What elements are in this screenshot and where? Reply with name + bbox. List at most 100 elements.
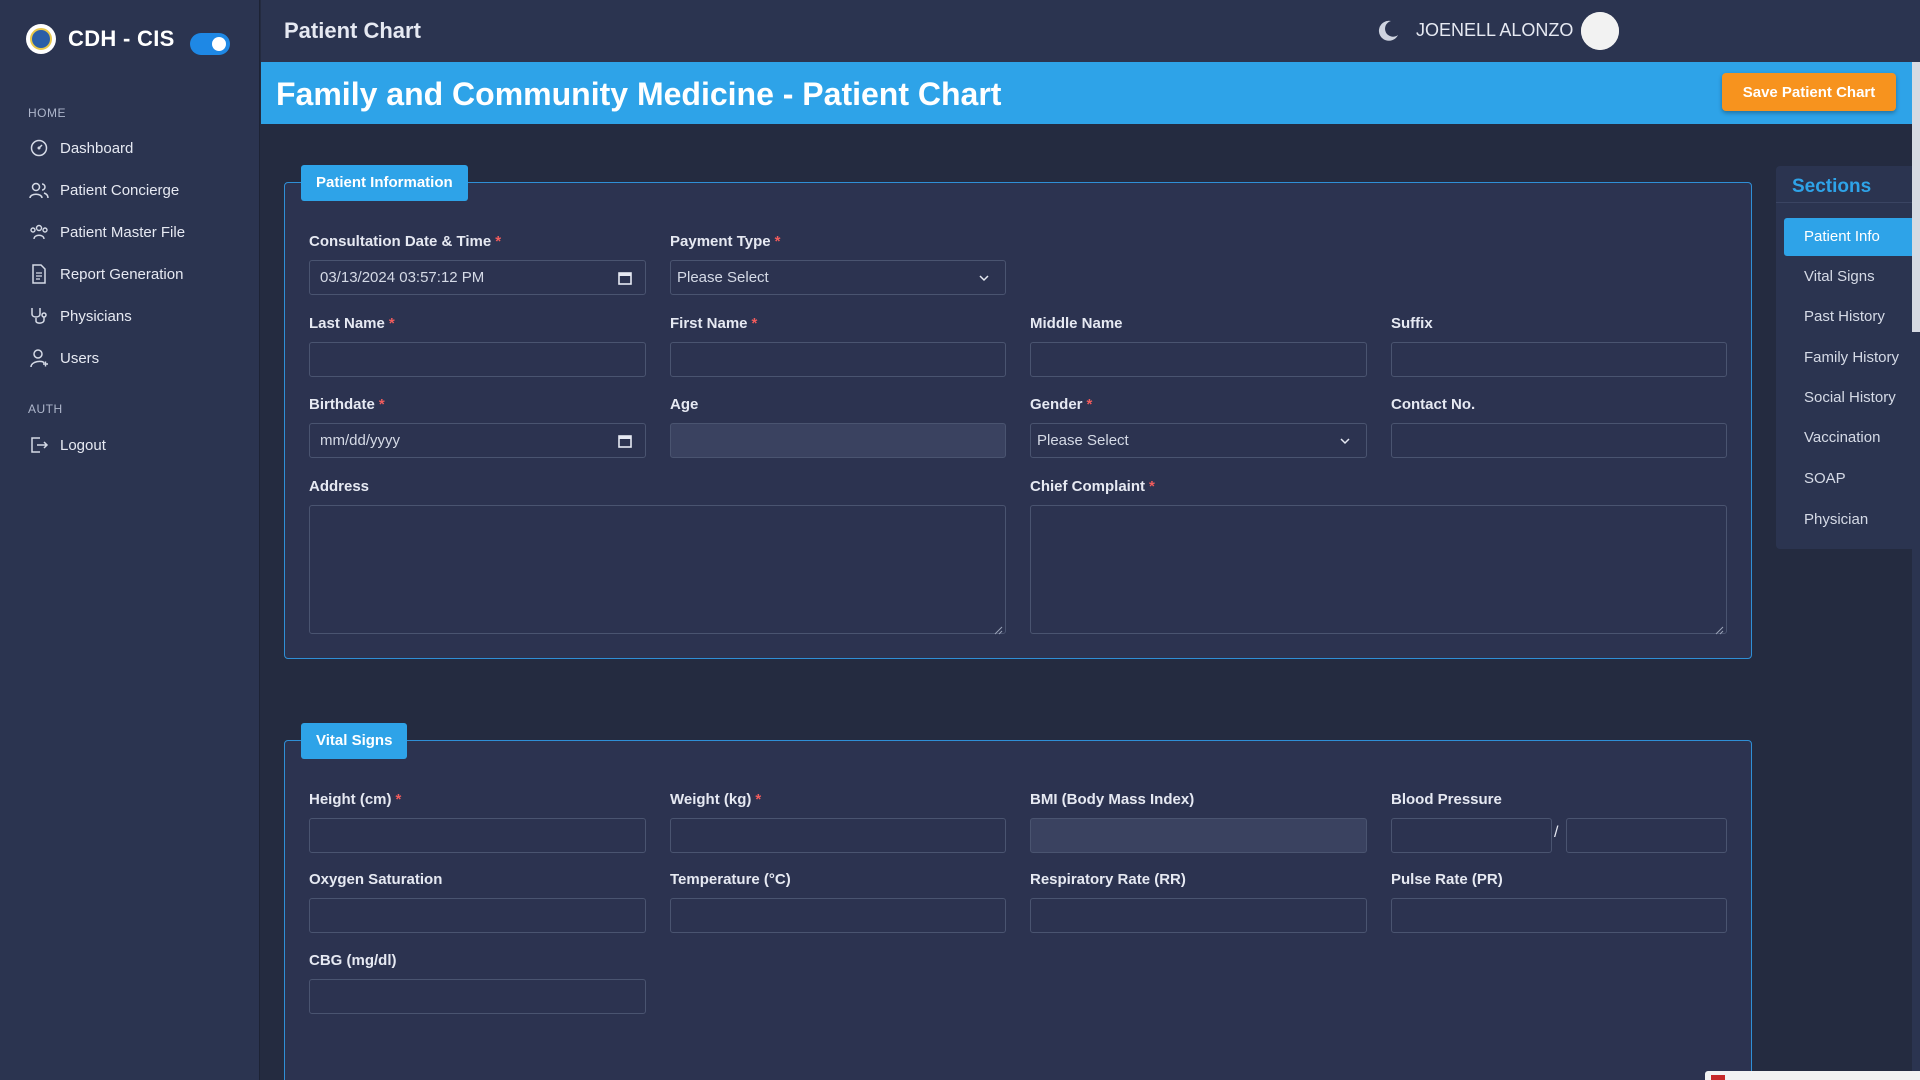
sidebar-item-users[interactable]: Users <box>28 344 248 372</box>
vital-signs-legend: Vital Signs <box>301 723 408 759</box>
age-label: Age <box>670 396 699 413</box>
resize-handle-icon[interactable] <box>994 622 1003 635</box>
bp-diastolic-input[interactable] <box>1566 818 1727 853</box>
section-link-social-history[interactable]: Social History <box>1784 379 1920 417</box>
payment-type-label: Payment Type * <box>670 233 781 250</box>
logout-icon <box>28 434 50 456</box>
middle-name-label: Middle Name <box>1030 315 1123 332</box>
bp-systolic-input[interactable] <box>1391 818 1552 853</box>
sidebar-item-dashboard[interactable]: Dashboard <box>28 134 248 162</box>
sidebar-item-patient-concierge[interactable]: Patient Concierge <box>28 176 248 204</box>
height-label: Height (cm) * <box>309 791 402 808</box>
section-link-vital-signs[interactable]: Vital Signs <box>1784 258 1920 296</box>
topbar: Patient Chart <box>261 0 1920 62</box>
chevron-down-icon <box>977 271 991 285</box>
bmi-label: BMI (Body Mass Index) <box>1030 791 1195 808</box>
cbg-label: CBG (mg/dl) <box>309 952 397 969</box>
page-title: Patient Chart <box>284 18 421 43</box>
online-status-dot <box>1581 12 1619 50</box>
corner-widget[interactable] <box>1705 1071 1920 1080</box>
pulse-rate-label: Pulse Rate (PR) <box>1391 871 1503 888</box>
chief-complaint-textarea[interactable] <box>1030 505 1727 635</box>
page-scrollbar[interactable] <box>1912 62 1920 1080</box>
weight-input[interactable] <box>670 818 1006 853</box>
gender-select[interactable]: Please Select <box>1030 423 1367 458</box>
sidebar-item-logout[interactable]: Logout <box>28 431 248 459</box>
calendar-icon[interactable] <box>617 433 633 449</box>
address-label: Address <box>309 478 370 495</box>
sidebar-toggle[interactable] <box>190 33 230 55</box>
nav-heading-auth: AUTH <box>28 402 63 416</box>
last-name-input[interactable] <box>309 342 646 377</box>
temperature-label: Temperature (°C) <box>670 871 791 888</box>
height-input[interactable] <box>309 818 646 853</box>
people-group-icon <box>28 221 50 243</box>
sidebar-item-label: Users <box>60 349 100 367</box>
first-name-label: First Name * <box>670 315 758 332</box>
scrollbar-thumb[interactable] <box>1912 62 1920 332</box>
section-link-physician[interactable]: Physician <box>1784 501 1920 539</box>
dark-mode-moon-icon[interactable] <box>1375 18 1401 44</box>
divider <box>1776 202 1920 203</box>
sidebar: CDH - CIS HOME Dashboard Patient Concier… <box>0 0 260 1080</box>
weight-label: Weight (kg) * <box>670 791 762 808</box>
stethoscope-icon <box>28 305 50 327</box>
last-name-label: Last Name * <box>309 315 395 332</box>
section-link-patient-info[interactable]: Patient Info <box>1784 218 1920 256</box>
nav-heading-home: HOME <box>28 106 66 120</box>
sidebar-item-label: Patient Concierge <box>60 181 180 199</box>
sidebar-item-label: Report Generation <box>60 265 184 283</box>
chevron-down-icon <box>1338 434 1352 448</box>
sidebar-item-physicians[interactable]: Physicians <box>28 302 248 330</box>
first-name-input[interactable] <box>670 342 1006 377</box>
oxygen-saturation-label: Oxygen Saturation <box>309 871 443 888</box>
middle-name-input[interactable] <box>1030 342 1367 377</box>
users-icon <box>28 179 50 201</box>
page-banner: Family and Community Medicine - Patient … <box>261 62 1920 124</box>
respiratory-rate-label: Respiratory Rate (RR) <box>1030 871 1186 888</box>
brand-title: CDH - CIS <box>68 26 175 51</box>
calendar-icon[interactable] <box>617 270 633 286</box>
pulse-rate-input[interactable] <box>1391 898 1727 933</box>
address-textarea[interactable] <box>309 505 1006 635</box>
hospital-logo-icon <box>26 24 56 54</box>
suffix-label: Suffix <box>1391 315 1433 332</box>
user-name[interactable]: JOENELL ALONZO <box>1416 20 1573 41</box>
brand[interactable]: CDH - CIS <box>26 24 175 54</box>
banner-title: Family and Community Medicine - Patient … <box>276 76 1002 112</box>
birthdate-label: Birthdate * <box>309 396 385 413</box>
bmi-field <box>1030 818 1367 853</box>
oxygen-saturation-input[interactable] <box>309 898 646 933</box>
sidebar-item-report-generation[interactable]: Report Generation <box>28 260 248 288</box>
section-link-past-history[interactable]: Past History <box>1784 298 1920 336</box>
section-link-soap[interactable]: SOAP <box>1784 460 1920 498</box>
document-icon <box>28 263 50 285</box>
sidebar-item-label: Physicians <box>60 307 132 325</box>
consultation-date-label: Consultation Date & Time * <box>309 233 502 250</box>
sections-title: Sections <box>1792 176 1872 197</box>
consultation-datetime-field[interactable]: 03/13/2024 03:57:12 PM <box>309 260 646 295</box>
resize-handle-icon[interactable] <box>1715 622 1724 635</box>
cbg-input[interactable] <box>309 979 646 1014</box>
contact-no-label: Contact No. <box>1391 396 1476 413</box>
chief-complaint-label: Chief Complaint * <box>1030 478 1155 495</box>
birthdate-field[interactable]: mm/dd/yyyy <box>309 423 646 458</box>
sidebar-item-label: Patient Master File <box>60 223 186 241</box>
gender-label: Gender * <box>1030 396 1093 413</box>
sidebar-item-label: Logout <box>60 436 106 454</box>
age-field <box>670 423 1006 458</box>
dashboard-icon <box>28 137 50 159</box>
payment-type-select[interactable]: Please Select <box>670 260 1006 295</box>
respiratory-rate-input[interactable] <box>1030 898 1367 933</box>
contact-no-input[interactable] <box>1391 423 1727 458</box>
sections-panel: Sections Patient Info Vital Signs Past H… <box>1776 166 1920 549</box>
sidebar-item-patient-master-file[interactable]: Patient Master File <box>28 218 248 246</box>
user-icon <box>28 347 50 369</box>
suffix-input[interactable] <box>1391 342 1727 377</box>
section-link-vaccination[interactable]: Vaccination <box>1784 419 1920 457</box>
sidebar-item-label: Dashboard <box>60 139 134 157</box>
temperature-input[interactable] <box>670 898 1006 933</box>
save-patient-chart-button[interactable]: Save Patient Chart <box>1722 73 1896 111</box>
bp-separator: / <box>1554 824 1559 841</box>
section-link-family-history[interactable]: Family History <box>1784 339 1920 377</box>
